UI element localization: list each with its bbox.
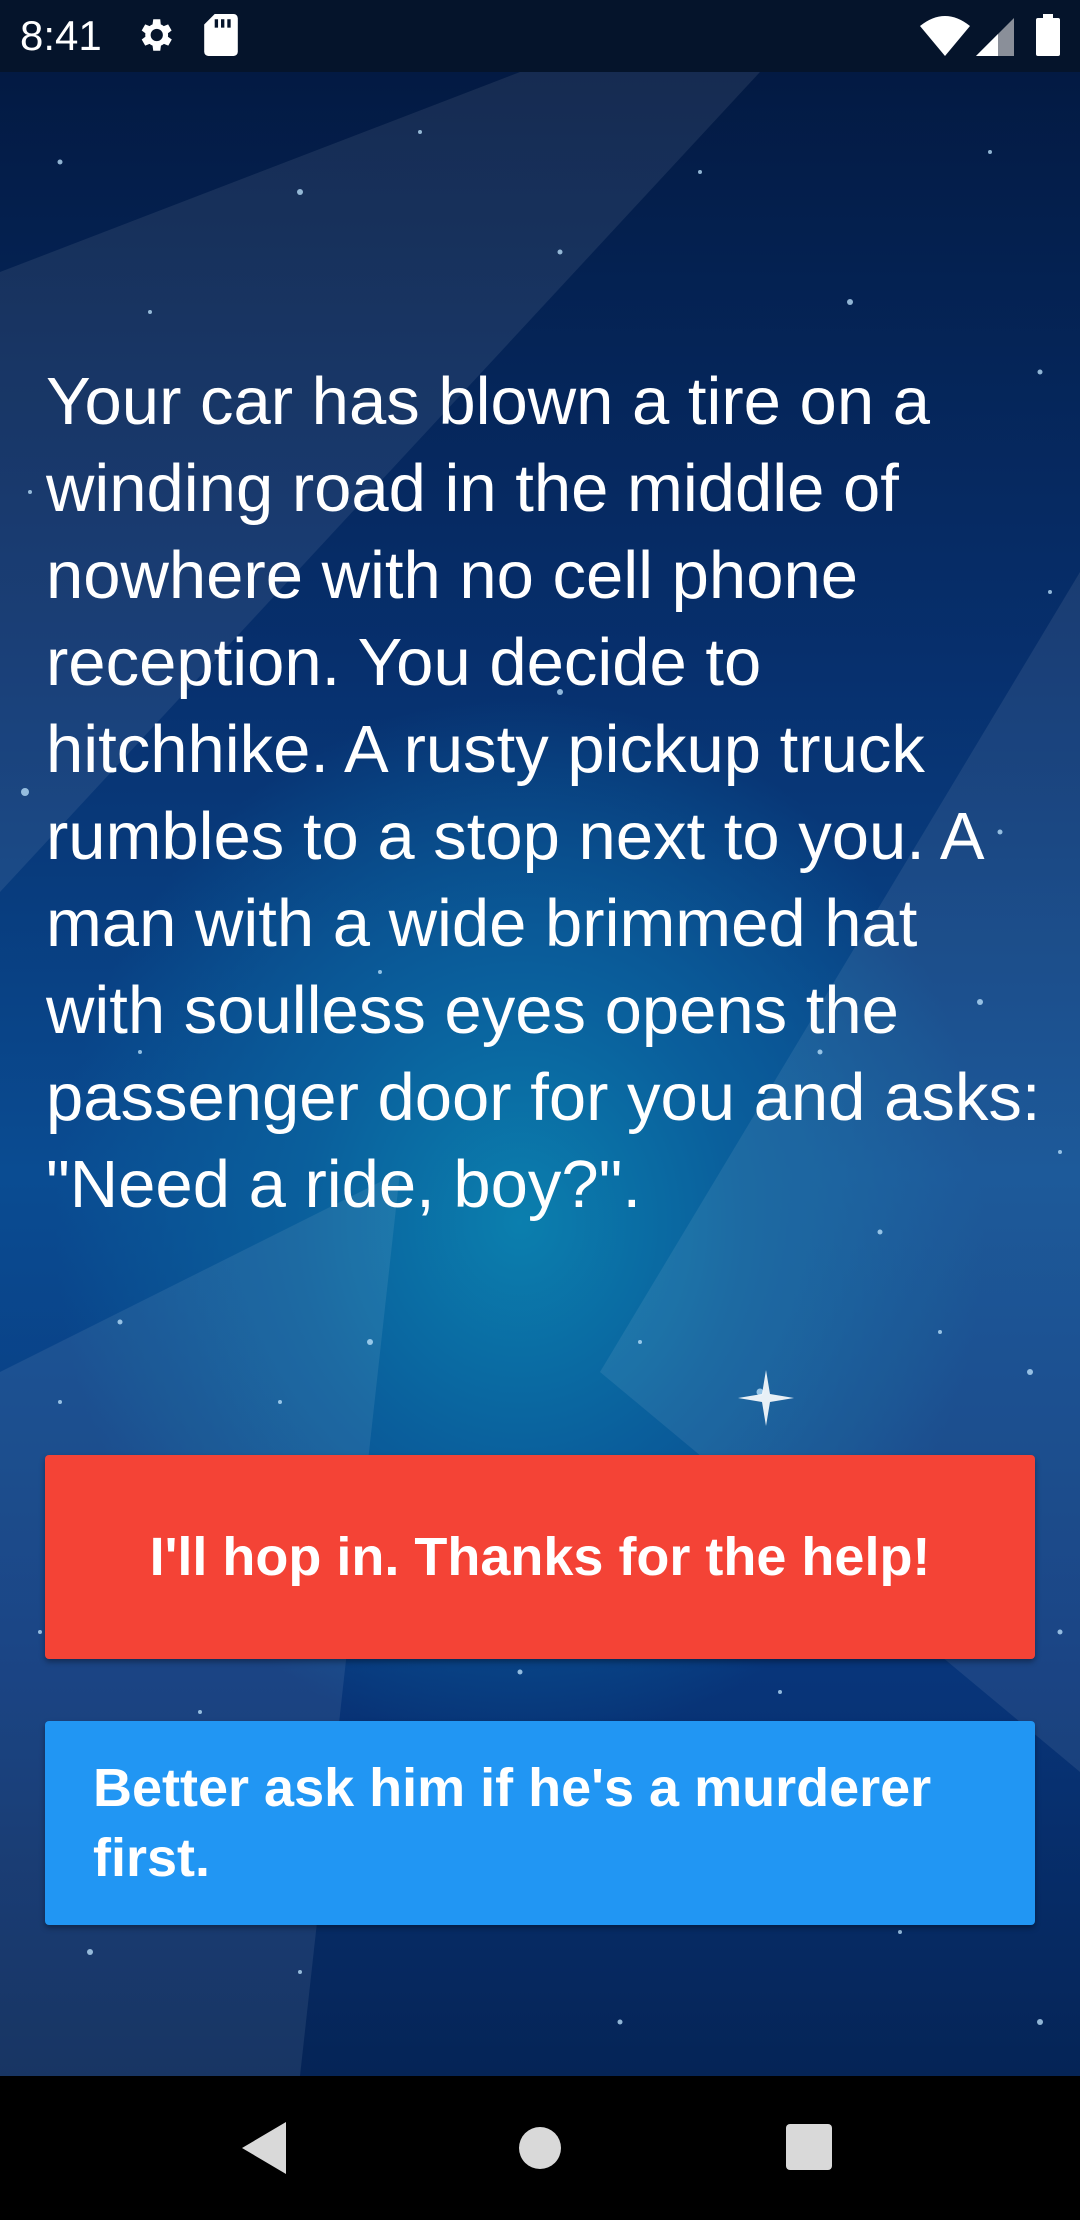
battery-icon: [1036, 14, 1060, 61]
choice-button-ask-murderer[interactable]: Better ask him if he's a murderer first.: [45, 1721, 1035, 1925]
signal-icon: [976, 18, 1014, 61]
choice-button-hop-in[interactable]: I'll hop in. Thanks for the help!: [45, 1455, 1035, 1659]
choice-label: I'll hop in. Thanks for the help!: [149, 1527, 931, 1587]
story-text: Your car has blown a tire on a winding r…: [46, 364, 1041, 1222]
gear-icon: [134, 14, 176, 61]
sd-card-icon: [204, 14, 238, 61]
status-time: 8:41: [20, 12, 102, 59]
choice-label: Better ask him if he's a murderer first.: [93, 1758, 932, 1888]
navigation-bar: [0, 2076, 1080, 2220]
app-screen: 8:41 Your car has blown a tire on a wind…: [0, 0, 1080, 2220]
wifi-icon: [920, 16, 970, 61]
back-icon[interactable]: [238, 2118, 290, 2183]
status-bar: 8:41: [0, 0, 1080, 72]
recents-icon[interactable]: [786, 2124, 832, 2175]
home-icon[interactable]: [517, 2120, 563, 2181]
